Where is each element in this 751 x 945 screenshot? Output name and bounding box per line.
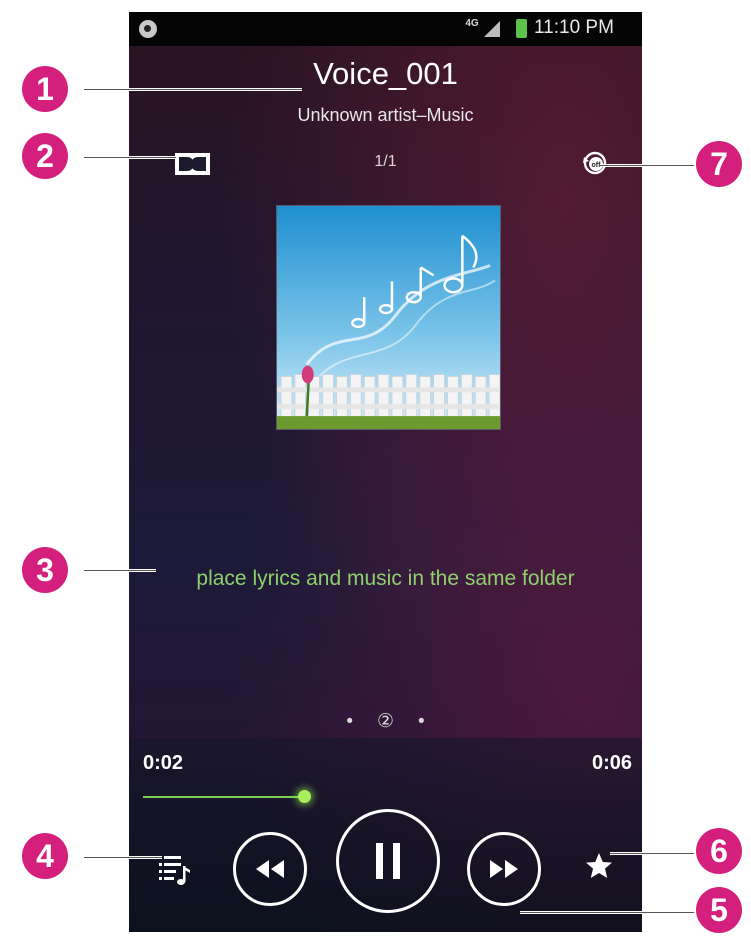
callout-7-line xyxy=(600,164,696,167)
callout-4-line xyxy=(84,856,162,859)
callout-6: 6 xyxy=(696,828,742,874)
progress-bar[interactable] xyxy=(143,790,631,803)
pause-button[interactable] xyxy=(336,809,440,913)
app-notification-icon xyxy=(139,20,157,38)
network-type: 4G xyxy=(465,18,479,29)
current-page-indicator: ② xyxy=(376,711,395,732)
status-bar: 4G 11:10 PM xyxy=(129,12,642,46)
album-art xyxy=(276,205,501,430)
progress-fill xyxy=(143,796,305,798)
playlist-icon[interactable] xyxy=(157,852,191,886)
callout-5: 5 xyxy=(696,887,742,933)
rewind-button[interactable] xyxy=(233,832,307,906)
music-player-screen: 4G 11:10 PM Voice_001 Unknown artist–Mus… xyxy=(129,12,642,932)
track-position: 1/1 xyxy=(374,153,397,170)
callout-3-line xyxy=(84,569,156,572)
callout-6-line xyxy=(610,852,696,855)
callout-3: 3 xyxy=(22,547,68,593)
battery-icon xyxy=(516,19,527,38)
page-dot: • xyxy=(418,711,425,732)
status-time: 11:10 PM xyxy=(534,17,614,38)
rewind-icon xyxy=(256,860,284,878)
page-dot: • xyxy=(346,711,353,732)
fast-forward-button[interactable] xyxy=(467,832,541,906)
pause-icon xyxy=(376,843,400,879)
callout-2: 2 xyxy=(22,133,68,179)
callout-1: 1 xyxy=(22,66,68,112)
track-title: Voice_001 xyxy=(313,56,458,91)
page-indicator: • ② • xyxy=(129,710,642,733)
callout-2-line xyxy=(84,156,176,159)
callout-4: 4 xyxy=(22,833,68,879)
fast-forward-icon xyxy=(490,860,518,878)
callout-7: 7 xyxy=(696,141,742,187)
track-artist: Unknown artist–Music xyxy=(297,105,474,125)
lyrics-text: place lyrics and music in the same folde… xyxy=(196,567,575,590)
repeat-off-icon[interactable]: off xyxy=(580,148,610,178)
callout-5-line xyxy=(520,911,698,914)
callout-1-line xyxy=(84,88,302,91)
total-time: 0:06 xyxy=(591,752,632,774)
elapsed-time: 0:02 xyxy=(143,752,184,774)
progress-thumb[interactable] xyxy=(298,790,312,803)
signal-icon xyxy=(484,21,500,37)
